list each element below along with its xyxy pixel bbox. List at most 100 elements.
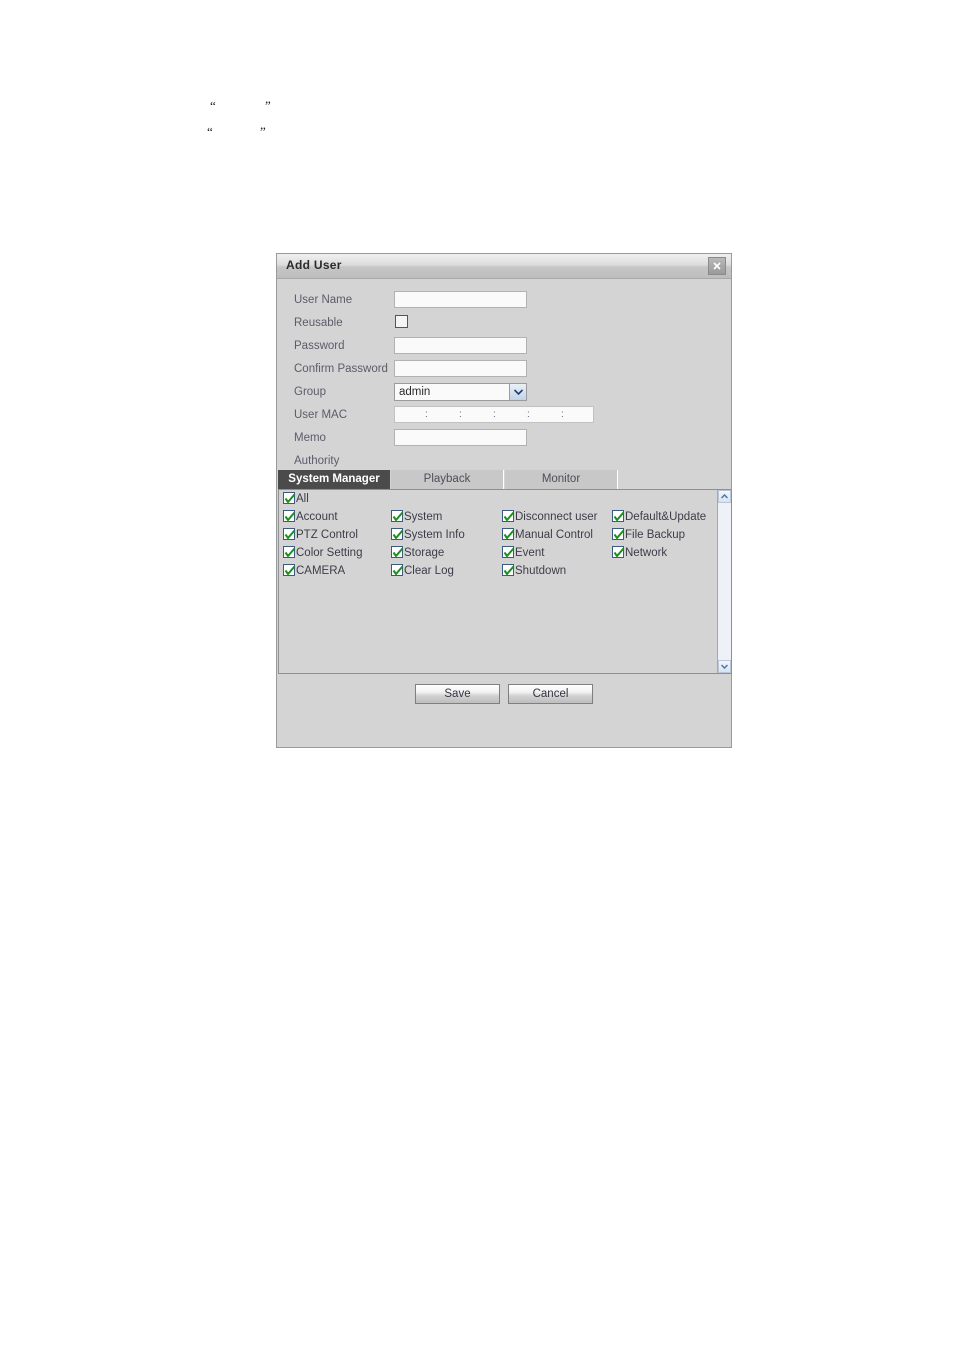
add-user-dialog: Add User User Name Reusable Password Con… xyxy=(276,253,732,748)
scroll-up-button[interactable] xyxy=(718,490,731,503)
mac-separator: : xyxy=(493,409,496,420)
permission-item-default-update[interactable]: Default&Update xyxy=(612,510,706,523)
permission-item-camera[interactable]: CAMERA xyxy=(283,564,345,577)
reusable-checkbox[interactable] xyxy=(395,315,408,328)
permission-item-system-info[interactable]: System Info xyxy=(391,528,465,541)
memo-label: Memo xyxy=(294,432,326,444)
checkbox-checked[interactable] xyxy=(612,528,625,540)
group-select[interactable]: admin xyxy=(394,383,527,401)
form-row-group: Group admin xyxy=(277,383,731,406)
form-row-reusable: Reusable xyxy=(277,314,731,337)
checkbox-checked[interactable] xyxy=(391,510,404,522)
close-button[interactable] xyxy=(708,257,726,275)
user-form: User Name Reusable Password Confirm Pass… xyxy=(277,279,731,475)
checkbox-checked[interactable] xyxy=(502,546,515,558)
check-icon xyxy=(503,565,515,576)
form-row-memo: Memo xyxy=(277,429,731,452)
chevron-down-icon xyxy=(513,389,523,395)
permission-item-shutdown[interactable]: Shutdown xyxy=(502,564,566,577)
check-icon xyxy=(392,565,404,576)
check-icon xyxy=(613,547,625,558)
permission-item-system[interactable]: System xyxy=(391,510,442,523)
checkbox-checked[interactable] xyxy=(502,564,515,576)
permission-label: Shutdown xyxy=(515,565,567,577)
checkbox-checked[interactable] xyxy=(283,564,296,576)
checkbox-checked[interactable] xyxy=(283,546,296,558)
checkbox-checked[interactable] xyxy=(391,528,404,540)
permission-item-ptz-control[interactable]: PTZ Control xyxy=(283,528,358,541)
mac-separator: : xyxy=(527,409,530,420)
checkbox-checked[interactable] xyxy=(612,510,625,522)
permission-scrollbar[interactable] xyxy=(717,490,731,673)
permission-label: Color Setting xyxy=(296,547,363,559)
check-icon xyxy=(503,529,515,540)
group-select-arrow[interactable] xyxy=(509,384,526,400)
check-icon xyxy=(392,511,404,522)
permission-label: Network xyxy=(625,547,668,559)
quote-open-1: “ xyxy=(210,98,216,113)
permission-list: All Account System Disconnect user Defau… xyxy=(278,489,732,674)
permission-item-network[interactable]: Network xyxy=(612,546,667,559)
reusable-label: Reusable xyxy=(294,317,343,329)
check-icon xyxy=(284,547,296,558)
user-mac-input[interactable]: : : : : : xyxy=(394,406,594,423)
dialog-buttons: Save Cancel xyxy=(277,684,733,714)
checkbox-checked[interactable] xyxy=(612,546,625,558)
authority-tabbar: System Manager Playback Monitor xyxy=(278,470,732,489)
scroll-down-button[interactable] xyxy=(718,660,731,673)
checkbox-checked[interactable] xyxy=(283,528,296,540)
permission-label: CAMERA xyxy=(296,565,346,577)
check-icon xyxy=(284,511,296,522)
form-row-username: User Name xyxy=(277,291,731,314)
close-icon xyxy=(713,262,721,270)
check-icon xyxy=(284,529,296,540)
check-icon xyxy=(503,511,515,522)
group-label: Group xyxy=(294,386,326,398)
permission-row: PTZ Control System Info Manual Control F… xyxy=(281,528,717,546)
checkbox-checked[interactable] xyxy=(502,528,515,540)
permission-item-disconnect-user[interactable]: Disconnect user xyxy=(502,510,597,523)
permission-label: System xyxy=(404,511,443,523)
permission-item-account[interactable]: Account xyxy=(283,510,338,523)
checkbox-checked[interactable] xyxy=(391,546,404,558)
dialog-titlebar: Add User xyxy=(277,254,731,279)
tab-playback[interactable]: Playback xyxy=(391,470,504,489)
checkbox-checked[interactable] xyxy=(502,510,515,522)
save-button[interactable]: Save xyxy=(415,684,500,704)
username-input[interactable] xyxy=(394,291,527,308)
form-row-password: Password xyxy=(277,337,731,360)
chevron-down-icon xyxy=(721,664,728,669)
memo-input[interactable] xyxy=(394,429,527,446)
user-mac-label: User MAC xyxy=(294,409,348,421)
check-icon xyxy=(613,511,625,522)
tab-system-manager[interactable]: System Manager xyxy=(278,470,390,489)
permission-label: Default&Update xyxy=(625,511,707,523)
confirm-password-input[interactable] xyxy=(394,360,527,377)
quote-close-1: ” xyxy=(265,98,271,113)
permission-item-manual-control[interactable]: Manual Control xyxy=(502,528,593,541)
permission-item-event[interactable]: Event xyxy=(502,546,544,559)
password-input[interactable] xyxy=(394,337,527,354)
check-icon xyxy=(503,547,515,558)
authority-label: Authority xyxy=(294,455,340,467)
permission-item-file-backup[interactable]: File Backup xyxy=(612,528,685,541)
checkbox-checked[interactable] xyxy=(283,492,296,504)
permission-item-color-setting[interactable]: Color Setting xyxy=(283,546,362,559)
permission-item-storage[interactable]: Storage xyxy=(391,546,444,559)
permission-item-all[interactable]: All xyxy=(283,492,309,505)
cancel-button[interactable]: Cancel xyxy=(508,684,593,704)
form-row-confirm-password: Confirm Password xyxy=(277,360,731,383)
checkbox-checked[interactable] xyxy=(283,510,296,522)
mac-separator: : xyxy=(459,409,462,420)
permission-row: Color Setting Storage Event Network xyxy=(281,546,717,564)
permission-label: Manual Control xyxy=(515,529,593,541)
checkbox-checked[interactable] xyxy=(391,564,404,576)
mac-separator: : xyxy=(425,409,428,420)
permission-label: Storage xyxy=(404,547,445,559)
mac-separator: : xyxy=(561,409,564,420)
permission-label: Event xyxy=(515,547,545,559)
check-icon xyxy=(613,529,625,540)
permission-item-clear-log[interactable]: Clear Log xyxy=(391,564,454,577)
quote-close-2: ” xyxy=(260,124,266,139)
tab-monitor[interactable]: Monitor xyxy=(505,470,618,489)
